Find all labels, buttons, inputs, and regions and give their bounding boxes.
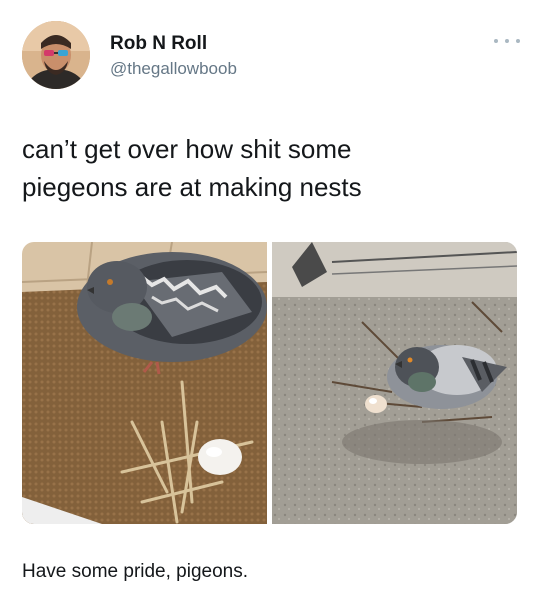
more-dot (505, 39, 509, 43)
tweet-text: can’t get over how shit some piegeons ar… (22, 130, 502, 206)
tweet-text-line-2: piegeons are at making nests (22, 172, 362, 202)
more-options-icon[interactable] (494, 34, 520, 48)
pigeon-photo-left[interactable] (22, 242, 267, 524)
more-dot (494, 39, 498, 43)
display-name[interactable]: Rob N Roll (110, 33, 207, 55)
tweet-card: Rob N Roll @thegallowboob can’t get over… (0, 0, 540, 540)
user-handle[interactable]: @thegallowboob (110, 59, 237, 79)
avatar[interactable] (22, 21, 90, 89)
more-dot (516, 39, 520, 43)
tweet-text-line-1: can’t get over how shit some (22, 134, 352, 164)
pigeon-photo-right[interactable] (272, 242, 517, 524)
post-caption: Have some pride, pigeons. (22, 561, 249, 582)
media-grid (22, 242, 517, 524)
